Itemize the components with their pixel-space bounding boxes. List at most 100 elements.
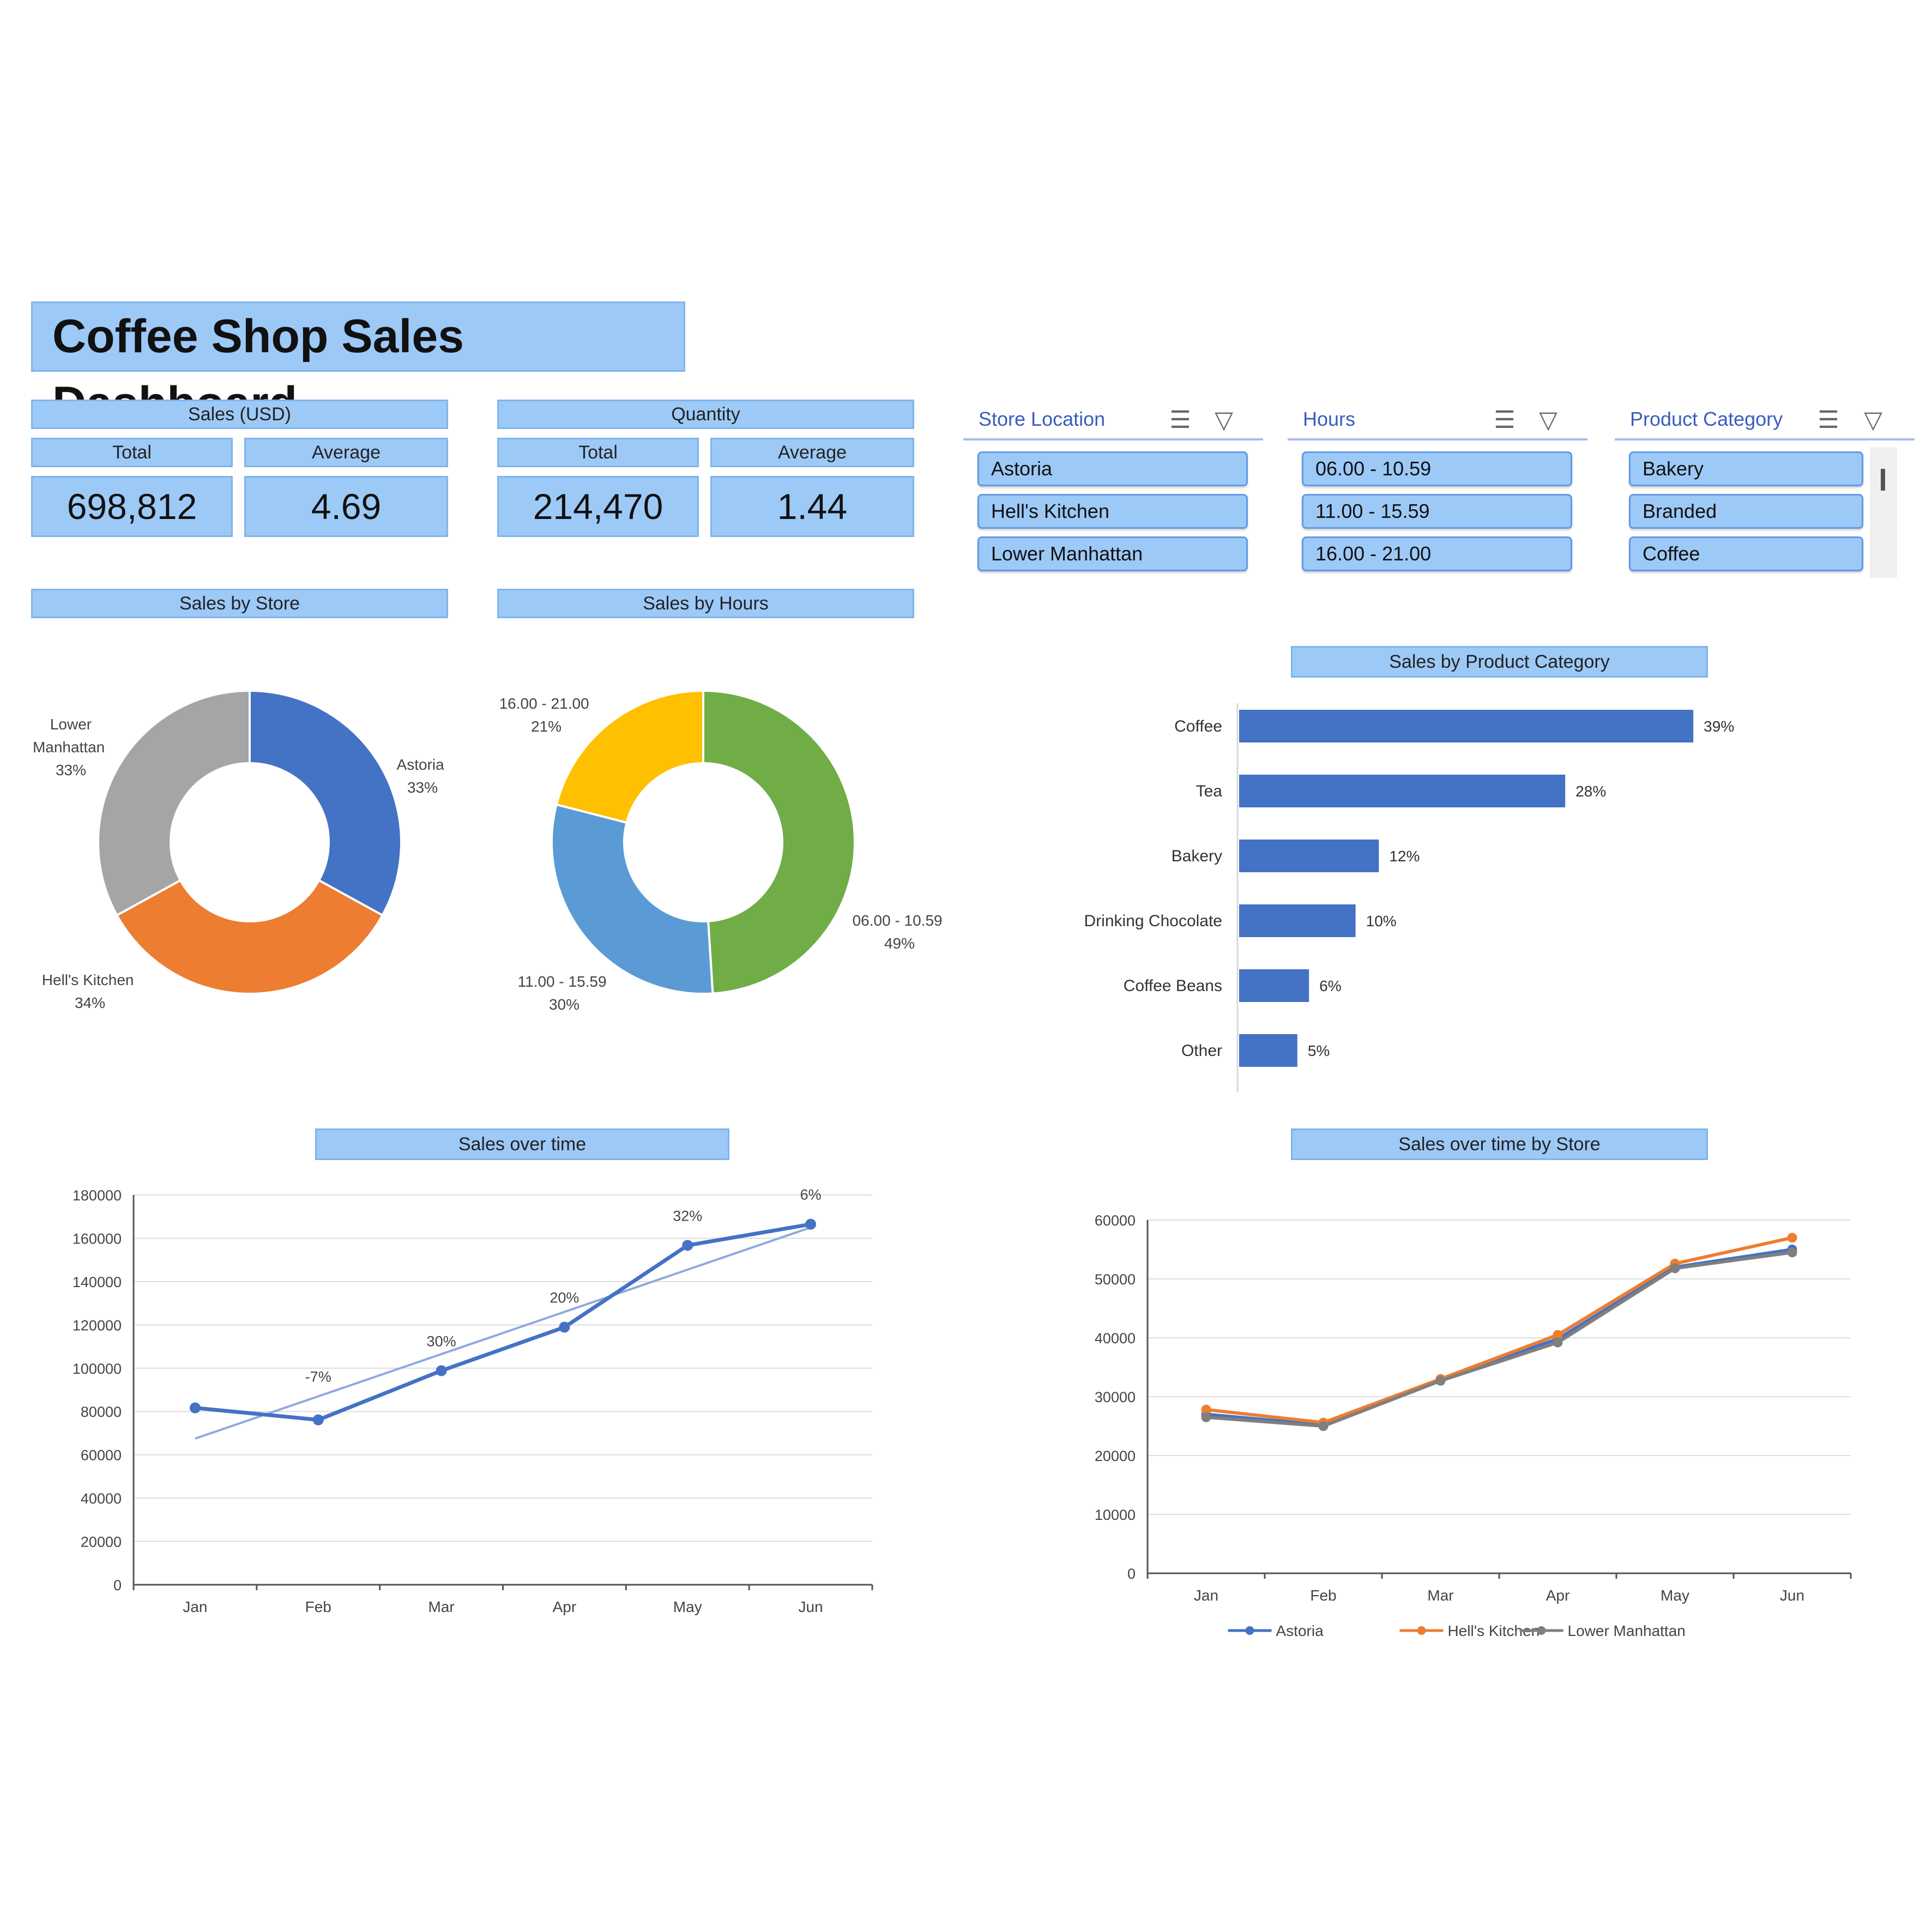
y-tick-label: 120000	[73, 1317, 122, 1333]
slicer-item[interactable]: Bakery	[1629, 451, 1863, 486]
sales-total-label: Total	[31, 438, 233, 467]
multi-select-icon[interactable]: ☰	[1812, 407, 1845, 435]
data-point	[1787, 1233, 1797, 1243]
slicer-item[interactable]: 06.00 - 10.59	[1302, 451, 1572, 486]
chart-sales-by-product-category: Coffee 39% Tea 28% Bakery 12% Drinking Chocola…	[1084, 703, 1734, 1092]
slice-label-06-10: 06.00 - 10.59 49%	[853, 912, 947, 952]
x-tick-label: Apr	[553, 1598, 577, 1615]
series-line-sales	[195, 1222, 811, 1422]
clear-filter-icon[interactable]: ▽	[1857, 407, 1889, 435]
x-tick-label: Jun	[1780, 1587, 1804, 1604]
clear-filter-icon[interactable]: ▽	[1532, 407, 1565, 435]
legend-marker	[1537, 1626, 1546, 1635]
slicer-title: Product Category	[1630, 408, 1783, 430]
data-point	[312, 1414, 324, 1426]
data-point	[1435, 1375, 1446, 1386]
slice-label-hells-kitchen: Hell's Kitchen 34%	[42, 971, 138, 1011]
slicer-store-location: Store Location ☰ ▽ Astoria Hell's Kitche…	[963, 403, 1263, 611]
multi-select-icon[interactable]: ☰	[1164, 407, 1197, 435]
slicer-item[interactable]: 16.00 - 21.00	[1302, 536, 1572, 571]
data-label: -7%	[305, 1369, 331, 1385]
bar-category-label: Bakery	[1172, 847, 1222, 865]
bar-category-label: Drinking Chocolate	[1084, 912, 1222, 930]
x-tick-label: Feb	[305, 1598, 331, 1615]
data-point	[1787, 1247, 1797, 1258]
sales-kpi-header: Sales (USD)	[31, 400, 448, 429]
chart-sales-by-hours: 16.00 - 21.00 21% 06.00 - 10.59 49% 11.0…	[499, 689, 947, 1013]
y-tick-label: 60000	[1095, 1212, 1136, 1229]
donut-slices	[97, 689, 402, 995]
slicer-item[interactable]: 11.00 - 15.59	[1302, 494, 1572, 529]
slicer-item[interactable]: Astoria	[977, 451, 1248, 486]
chart-title-sales-over-time-by-store: Sales over time by Store	[1291, 1128, 1708, 1160]
quantity-average-label: Average	[710, 438, 914, 467]
slicer-hours: Hours ☰ ▽ 06.00 - 10.59 11.00 - 15.59 16…	[1288, 403, 1587, 611]
chart-sales-by-store: Lower Manhattan 33% Astoria 33% Hell's Ki…	[33, 689, 449, 1011]
y-tick-label: 20000	[1095, 1448, 1136, 1464]
x-tick-label: Apr	[1546, 1587, 1570, 1604]
slicer-item[interactable]: Lower Manhattan	[977, 536, 1248, 571]
slice-label-astoria: Astoria 33%	[397, 756, 449, 796]
slicer-title: Hours	[1303, 408, 1356, 430]
data-label: 32%	[673, 1208, 702, 1224]
y-tick-label: 100000	[73, 1361, 122, 1377]
y-tick-label: 50000	[1095, 1271, 1136, 1288]
slicer-product-category: Product Category ☰ ▽ Bakery Branded Coff…	[1615, 403, 1915, 611]
quantity-total-value: 214,470	[497, 476, 699, 537]
quantity-kpi-header: Quantity	[497, 400, 914, 429]
data-point	[1201, 1412, 1211, 1422]
x-tick-label: Feb	[1310, 1587, 1336, 1604]
donut-slice-11-00-15-59	[551, 803, 714, 995]
donut-slice-06-00-10-59	[702, 689, 856, 995]
y-tick-label: 40000	[81, 1490, 122, 1507]
donut-slice-hell-s-kitchen	[115, 879, 384, 995]
scrollbar-thumb[interactable]	[1881, 469, 1885, 491]
bar-category-label: Coffee Beans	[1124, 977, 1222, 995]
bar-other	[1239, 1034, 1297, 1067]
slicer-item[interactable]: Hell's Kitchen	[977, 494, 1248, 529]
slice-label-16-21: 16.00 - 21.00 21%	[499, 695, 594, 735]
data-point	[1553, 1337, 1563, 1348]
bar-category-label: Coffee	[1174, 717, 1222, 735]
data-point	[559, 1321, 570, 1333]
slicer-divider	[1288, 438, 1587, 440]
slicer-divider	[1615, 438, 1915, 440]
clear-filter-icon[interactable]: ▽	[1208, 407, 1240, 435]
multi-select-icon[interactable]: ☰	[1488, 407, 1521, 435]
series-line-astoria	[1206, 1248, 1792, 1427]
legend-label: Lower Manhattan	[1568, 1622, 1686, 1639]
x-tick-label: May	[1661, 1587, 1689, 1604]
y-tick-label: 140000	[73, 1274, 122, 1290]
data-label: 20%	[550, 1290, 579, 1306]
bar-drinking-chocolate	[1239, 904, 1356, 937]
data-point	[1318, 1421, 1329, 1431]
data-point	[1670, 1263, 1680, 1273]
bar-coffee	[1239, 710, 1694, 742]
data-point	[436, 1365, 447, 1376]
y-tick-label: 0	[113, 1577, 122, 1593]
slicer-item[interactable]: Coffee	[1629, 536, 1863, 571]
legend-marker	[1245, 1626, 1254, 1635]
y-tick-label: 60000	[81, 1447, 122, 1464]
data-point	[682, 1240, 693, 1251]
bar-value-label: 6%	[1319, 977, 1341, 994]
bar-value-label: 12%	[1389, 848, 1420, 865]
x-tick-label: May	[673, 1598, 702, 1615]
chart-title-sales-by-hours: Sales by Hours	[497, 589, 914, 618]
slice-label-lower-manhattan: Lower Manhattan 33%	[33, 716, 109, 778]
x-tick-label: Mar	[1427, 1587, 1453, 1604]
y-tick-label: 0	[1127, 1566, 1136, 1582]
x-tick-label: Jun	[799, 1598, 823, 1615]
bar-category-label: Other	[1181, 1042, 1222, 1060]
legend-label: Astoria	[1276, 1622, 1324, 1639]
chart-sales-over-time: 0 20000 40000 60000 80000 100000 120000 140000 1…	[73, 1187, 873, 1615]
bar-value-label: 28%	[1575, 783, 1606, 800]
slicer-title: Store Location	[979, 408, 1106, 430]
bar-bakery	[1239, 840, 1379, 872]
donut-slice-astoria	[249, 689, 402, 917]
slicer-item[interactable]: Branded	[1629, 494, 1863, 529]
bar-category-label: Tea	[1196, 782, 1223, 800]
y-tick-label: 20000	[81, 1534, 122, 1550]
slicer-scrollbar[interactable]	[1870, 447, 1897, 578]
x-tick-label: Jan	[183, 1598, 207, 1615]
